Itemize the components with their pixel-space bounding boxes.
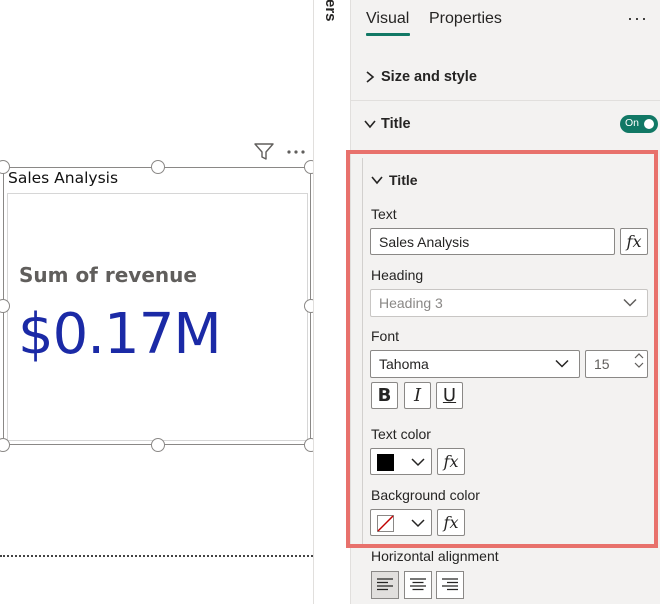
section-title-label: Title: [381, 116, 411, 132]
resize-handle-top[interactable]: [151, 160, 165, 174]
tab-visual-underline: [366, 33, 410, 36]
more-options-icon[interactable]: [286, 149, 306, 155]
background-color-label: Background color: [371, 487, 480, 503]
tab-visual[interactable]: Visual: [366, 10, 409, 28]
visual-header: [254, 143, 306, 161]
font-field-label: Font: [371, 328, 400, 344]
font-size-value: 15: [594, 356, 610, 372]
page-boundary-line: [0, 555, 313, 557]
text-fx-button[interactable]: fx: [620, 228, 648, 255]
text-color-fx-button[interactable]: fx: [437, 448, 465, 475]
font-size-input[interactable]: 15: [585, 350, 648, 378]
heading-field-label: Heading: [371, 267, 424, 283]
filter-icon[interactable]: [254, 143, 274, 161]
align-left-button[interactable]: [371, 571, 399, 599]
text-color-label: Text color: [371, 426, 431, 442]
title-text-input[interactable]: Sales Analysis: [370, 228, 615, 255]
chevron-down-icon: [555, 359, 569, 368]
underline-button[interactable]: U: [436, 382, 463, 409]
resize-handle-bottom-left[interactable]: [0, 438, 10, 452]
pane-more-options-icon[interactable]: ···: [627, 8, 648, 29]
resize-handle-bottom[interactable]: [151, 438, 165, 452]
align-right-button[interactable]: [436, 571, 464, 599]
toggle-knob: [644, 119, 654, 129]
italic-button[interactable]: I: [404, 382, 431, 409]
text-color-picker[interactable]: [370, 448, 432, 475]
no-color-swatch-icon: [377, 515, 394, 532]
chevron-right-icon: [363, 70, 377, 84]
card-category-label: Sum of revenue: [19, 263, 197, 287]
subsection-title-header[interactable]: Title: [371, 172, 418, 188]
background-color-fx-button[interactable]: fx: [437, 509, 465, 536]
chevron-down-icon[interactable]: [634, 362, 644, 368]
bold-button[interactable]: B: [371, 382, 398, 409]
chevron-down-icon: [623, 298, 637, 307]
heading-value: Heading 3: [379, 295, 443, 311]
subsection-title-label: Title: [389, 172, 418, 188]
report-canvas: Sales Analysis Sum of revenue $0.17M: [0, 0, 318, 604]
align-right-icon: [442, 578, 458, 591]
visual-title: Sales Analysis: [8, 169, 119, 187]
align-center-button[interactable]: [404, 571, 432, 599]
section-size-and-style-label: Size and style: [381, 68, 477, 85]
text-color-swatch: [377, 454, 394, 471]
chevron-up-icon[interactable]: [634, 353, 644, 359]
align-left-icon: [377, 578, 393, 591]
chevron-down-icon: [411, 519, 425, 528]
card-value: $0.17M: [18, 302, 222, 367]
align-center-icon: [410, 578, 426, 591]
section-title[interactable]: Title: [351, 100, 660, 148]
font-family-dropdown[interactable]: Tahoma: [370, 350, 580, 378]
heading-dropdown[interactable]: Heading 3: [370, 289, 648, 317]
background-color-picker[interactable]: [370, 509, 432, 536]
chevron-down-icon: [371, 176, 383, 185]
title-toggle[interactable]: On: [620, 115, 658, 133]
font-size-spinner[interactable]: [634, 353, 644, 368]
chevron-down-icon: [411, 458, 425, 467]
section-size-and-style[interactable]: Size and style: [351, 53, 660, 101]
text-field-label: Text: [371, 206, 397, 222]
tab-properties[interactable]: Properties: [429, 10, 502, 28]
horizontal-alignment-label: Horizontal alignment: [371, 548, 499, 564]
title-text-value: Sales Analysis: [379, 233, 470, 250]
toggle-state-label: On: [625, 117, 640, 129]
font-family-value: Tahoma: [379, 356, 429, 372]
filters-pane-label: ters: [322, 0, 339, 22]
format-pane-tabs: Visual Properties ···: [351, 0, 660, 46]
chevron-down-icon: [363, 117, 377, 131]
